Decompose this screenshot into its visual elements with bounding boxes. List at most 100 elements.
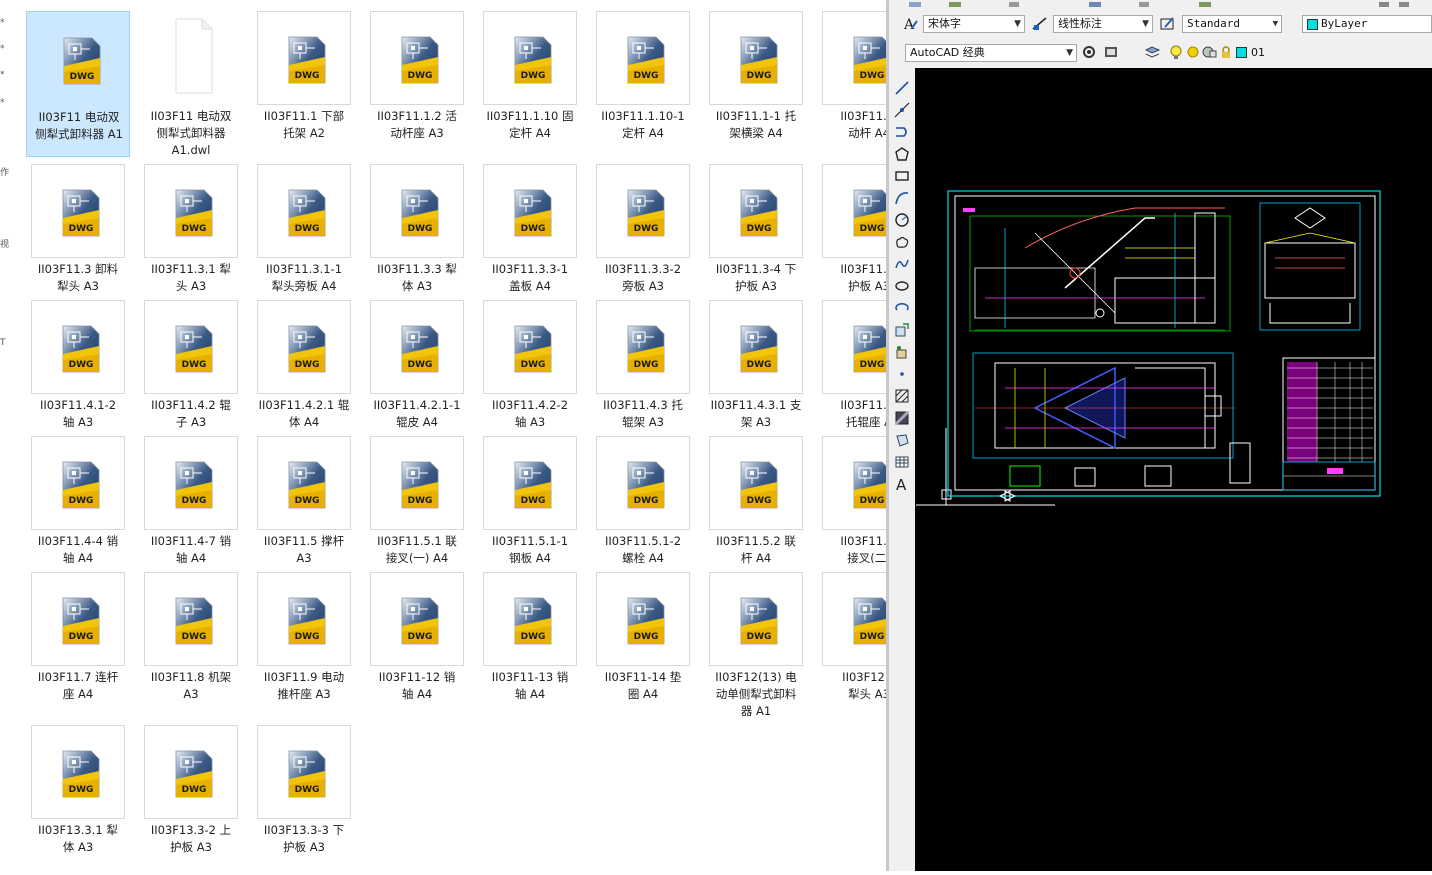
- text-tool-glyph: A: [896, 476, 907, 492]
- dwg-badge-text: DWG: [295, 496, 320, 506]
- file-item[interactable]: DWG II03F11.4.3 托 辊架 A3: [591, 300, 695, 446]
- multiline-text-icon[interactable]: A: [894, 476, 910, 492]
- file-item[interactable]: II03F11 电动双 侧犁式卸料器 A1.dwl: [139, 11, 243, 157]
- text-style-icon[interactable]: A: [903, 16, 918, 31]
- file-thumbnail: DWG: [31, 300, 125, 394]
- file-item[interactable]: DWG II03F11.4.2.1 辊 体 A4: [252, 300, 356, 446]
- region-tool-icon[interactable]: [894, 432, 910, 448]
- file-item[interactable]: DWG II03F11.4.2.1-1 辊皮 A4: [365, 300, 469, 446]
- file-name-label: II03F11.9 电动 推杆座 A3: [263, 670, 345, 701]
- polyline-tool-icon[interactable]: [894, 124, 910, 140]
- file-item[interactable]: DWG II03F11.4.2 辊 子 A3: [139, 300, 243, 446]
- color-combo[interactable]: ByLayer: [1302, 15, 1432, 33]
- layer-on-bulb-icon[interactable]: [1169, 45, 1184, 60]
- quick-access-pin-icon[interactable]: *: [0, 44, 5, 54]
- file-item[interactable]: DWG II03F11.3. 护板 A3: [817, 164, 886, 310]
- layer-manager-icon[interactable]: [1145, 45, 1160, 60]
- file-item[interactable]: DWG II03F12(13) 电 动单侧犁式卸料 器 A1: [704, 572, 808, 718]
- file-item[interactable]: DWG II03F11.1. 动杆 A4: [817, 11, 886, 157]
- rectangle-tool-icon[interactable]: [894, 168, 910, 184]
- quick-access-pin-icon[interactable]: *: [0, 70, 5, 80]
- file-item[interactable]: DWG II03F11.8 机架 A3: [139, 572, 243, 718]
- dwg-file-icon: DWG: [740, 189, 778, 237]
- construction-line-icon[interactable]: [894, 102, 910, 118]
- file-item[interactable]: DWG II03F11-13 销 轴 A4: [478, 572, 582, 718]
- workspace-settings-icon[interactable]: [1082, 45, 1097, 60]
- circle-tool-icon[interactable]: [894, 212, 910, 228]
- table-style-icon[interactable]: [1160, 16, 1175, 31]
- quick-access-pin-icon[interactable]: T: [0, 338, 6, 348]
- make-block-icon[interactable]: [894, 344, 910, 360]
- file-item[interactable]: DWG II03F11.3-4 下 护板 A3: [704, 164, 808, 310]
- file-item[interactable]: DWG II03F11.7 连杆 座 A4: [26, 572, 130, 718]
- file-item[interactable]: DWG II03F11.5. 接叉(二): [817, 436, 886, 582]
- dim-style-combo[interactable]: 线性标注 ▼: [1053, 15, 1153, 33]
- table-style-combo[interactable]: Standard ▼: [1182, 15, 1282, 33]
- file-item[interactable]: DWG II03F11.3.3 犁 体 A3: [365, 164, 469, 310]
- file-item[interactable]: DWG II03F11-14 垫 圈 A4: [591, 572, 695, 718]
- file-item[interactable]: DWG II03F11.4.1-2 轴 A3: [26, 300, 130, 446]
- file-item[interactable]: DWG II03F11.9 电动 推杆座 A3: [252, 572, 356, 718]
- gradient-tool-icon[interactable]: [894, 410, 910, 426]
- file-thumbnail: DWG: [370, 11, 464, 105]
- quick-access-pin-icon[interactable]: *: [0, 18, 5, 28]
- file-item[interactable]: DWG II03F11.3.1 犁 头 A3: [139, 164, 243, 310]
- spline-tool-icon[interactable]: [894, 256, 910, 272]
- ellipse-arc-icon[interactable]: [894, 300, 910, 316]
- file-item[interactable]: DWG II03F11.3.3-1 盖板 A4: [478, 164, 582, 310]
- file-item[interactable]: DWG II03F11.4-7 销 轴 A4: [139, 436, 243, 582]
- current-layer-name: 01: [1251, 46, 1265, 59]
- file-item[interactable]: DWG II03F11 电动双 侧犁式卸料器 A1: [26, 11, 130, 157]
- quick-access-pin-icon[interactable]: *: [0, 98, 5, 108]
- layer-lock-icon[interactable]: [1219, 45, 1234, 60]
- file-item[interactable]: DWG II03F11.1 下部 托架 A2: [252, 11, 356, 157]
- text-style-combo[interactable]: 宋体字 ▼: [923, 15, 1025, 33]
- file-item[interactable]: DWG II03F11-12 销 轴 A4: [365, 572, 469, 718]
- file-item[interactable]: DWG II03F11.4.3.1 支 架 A3: [704, 300, 808, 446]
- file-item[interactable]: DWG II03F11.1.10-1 定杆 A4: [591, 11, 695, 157]
- file-item[interactable]: DWG II03F13.3-2 上 护板 A3: [139, 725, 243, 871]
- layer-color-swatch[interactable]: [1236, 47, 1247, 58]
- file-item[interactable]: DWG II03F11.4-4 销 轴 A4: [26, 436, 130, 582]
- file-item[interactable]: DWG II03F11.4. 托辊座 A: [817, 300, 886, 446]
- file-item[interactable]: DWG II03F11.3 卸料 犁头 A3: [26, 164, 130, 310]
- layer-freeze-sun-icon[interactable]: [1186, 45, 1201, 60]
- file-item[interactable]: DWG II03F11.5.2 联 杆 A4: [704, 436, 808, 582]
- file-item[interactable]: DWG II03F11.3.3-2 旁板 A3: [591, 164, 695, 310]
- file-name-label: II03F12.3 犁头 A3: [842, 670, 886, 701]
- revision-cloud-icon[interactable]: [894, 234, 910, 250]
- drawing-canvas[interactable]: [915, 68, 1432, 871]
- file-item[interactable]: DWG II03F11.5.1-2 螺栓 A4: [591, 436, 695, 582]
- workspace-combo[interactable]: AutoCAD 经典 ▼: [905, 44, 1077, 62]
- file-item[interactable]: DWG II03F11.4.2-2 轴 A3: [478, 300, 582, 446]
- point-tool-icon[interactable]: [894, 366, 910, 382]
- file-name-label: II03F11.3.3 犁 体 A3: [377, 262, 457, 293]
- arc-tool-icon[interactable]: [894, 190, 910, 206]
- customize-icon[interactable]: [1104, 45, 1119, 60]
- hatch-tool-icon[interactable]: [894, 388, 910, 404]
- file-item[interactable]: DWG II03F11.5.1 联 接叉(一) A4: [365, 436, 469, 582]
- file-item[interactable]: DWG II03F11.1-1 托 架横梁 A4: [704, 11, 808, 157]
- file-item[interactable]: DWG II03F13.3.1 犁 体 A3: [26, 725, 130, 871]
- file-item[interactable]: DWG II03F11.3.1-1 犁头旁板 A4: [252, 164, 356, 310]
- file-item[interactable]: DWG II03F13.3-3 下 护板 A3: [252, 725, 356, 871]
- ellipse-tool-icon[interactable]: [894, 278, 910, 294]
- file-item[interactable]: DWG II03F12.3 犁头 A3: [817, 572, 886, 718]
- quick-access-pin-icon[interactable]: 视: [0, 240, 9, 250]
- dwg-file-icon: DWG: [514, 189, 552, 237]
- dim-style-icon[interactable]: [1032, 16, 1047, 31]
- table-tool-icon[interactable]: [894, 454, 910, 470]
- file-thumbnail: DWG: [257, 436, 351, 530]
- file-item[interactable]: DWG II03F11.1.2 活 动杆座 A3: [365, 11, 469, 157]
- quick-access-pin-icon[interactable]: 作: [0, 168, 9, 178]
- dwg-file-icon: DWG: [288, 750, 326, 798]
- dwg-file-icon: DWG: [175, 325, 213, 373]
- polygon-tool-icon[interactable]: [894, 146, 910, 162]
- file-item[interactable]: DWG II03F11.1.10 固 定杆 A4: [478, 11, 582, 157]
- line-tool-icon[interactable]: [894, 80, 910, 96]
- dwg-badge-text: DWG: [69, 224, 94, 234]
- layer-viewport-icon[interactable]: [1202, 45, 1217, 60]
- file-item[interactable]: DWG II03F11.5.1-1 钢板 A4: [478, 436, 582, 582]
- insert-block-icon[interactable]: [894, 322, 910, 338]
- file-item[interactable]: DWG II03F11.5 撑杆 A3: [252, 436, 356, 582]
